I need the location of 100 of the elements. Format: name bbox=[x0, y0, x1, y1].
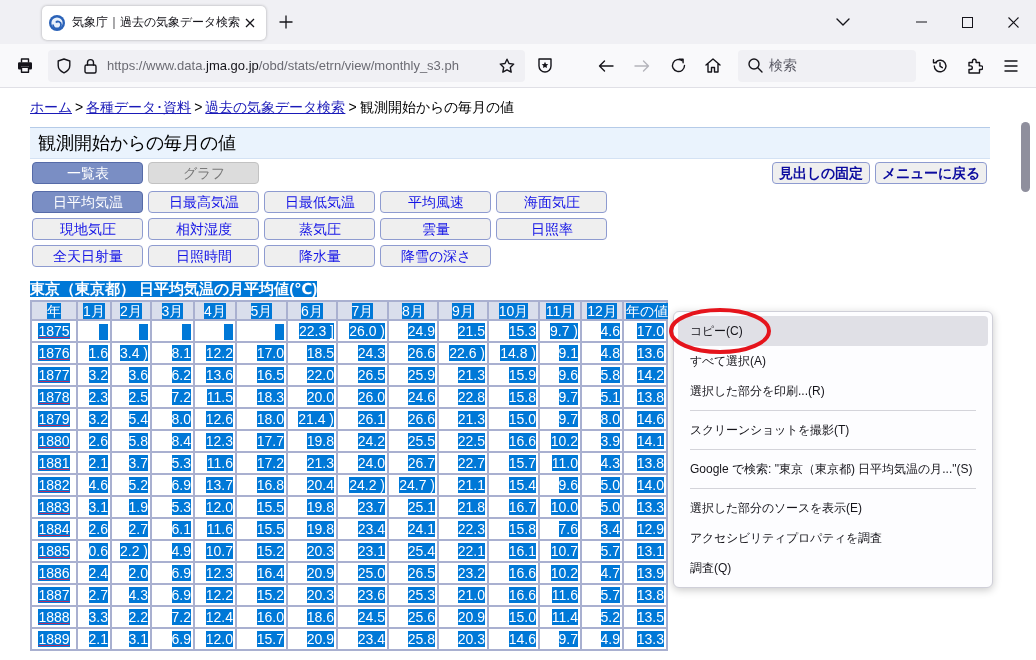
year-link[interactable]: 1882 bbox=[38, 477, 70, 493]
breadcrumb-separator: > bbox=[75, 99, 84, 115]
star-shield-icon[interactable] bbox=[538, 57, 552, 74]
puzzle-icon[interactable] bbox=[967, 57, 983, 74]
element-button[interactable]: 降水量 bbox=[264, 245, 375, 267]
lock-icon[interactable] bbox=[84, 57, 97, 74]
menu-item[interactable]: スクリーンショットを撮影(T) bbox=[678, 415, 988, 445]
action-button[interactable]: メニューに戻る bbox=[875, 162, 987, 184]
temperature-value: 13.1 bbox=[636, 543, 664, 559]
address-bar[interactable]: https://www.data.jma.go.jp/obd/stats/etrn/view/monthly_s3.ph bbox=[48, 49, 525, 82]
temperature-value: 24.5 bbox=[357, 609, 385, 625]
column-header: 8月 bbox=[388, 301, 438, 320]
menu-item[interactable]: 調査(Q) bbox=[678, 553, 988, 583]
temperature-value: 21.3 bbox=[306, 455, 334, 471]
temperature-value: 17.2 bbox=[256, 455, 284, 471]
column-header: 11月 bbox=[539, 301, 581, 320]
breadcrumb-current: 観測開始からの毎月の値 bbox=[359, 99, 514, 115]
action-button[interactable]: 見出しの固定 bbox=[772, 162, 870, 184]
temperature-value: 11.0 bbox=[551, 455, 578, 471]
temperature-value: 10.7 bbox=[205, 543, 233, 559]
menu-item[interactable]: アクセシビリティプロパティを調査 bbox=[678, 523, 988, 553]
column-header: 4月 bbox=[194, 301, 236, 320]
temperature-value: 24.6 bbox=[407, 389, 435, 405]
column-header: 年 bbox=[31, 301, 77, 320]
temperature-value: 2.7 bbox=[88, 587, 108, 603]
temperature-value: 21.3 bbox=[457, 411, 485, 427]
element-button[interactable]: 日照時間 bbox=[148, 245, 259, 267]
menu-item[interactable]: コピー(C) bbox=[678, 316, 988, 346]
plus-icon[interactable] bbox=[279, 15, 293, 29]
temperature-value: 17.0 bbox=[636, 323, 664, 339]
temperature-value: 8.0 bbox=[600, 411, 620, 427]
temperature-value: 3.1 bbox=[128, 631, 148, 647]
temperature-value: 24.9 bbox=[407, 323, 435, 339]
year-link[interactable]: 1875 bbox=[38, 323, 70, 339]
element-button[interactable]: 現地気圧 bbox=[32, 218, 143, 240]
menu-item[interactable]: すべて選択(A) bbox=[678, 346, 988, 376]
temperature-value: 12.2 bbox=[205, 587, 233, 603]
year-link[interactable]: 1885 bbox=[38, 543, 70, 559]
search-field[interactable]: 検索 bbox=[738, 49, 916, 82]
scrollbar-thumb[interactable] bbox=[1021, 122, 1030, 192]
temperature-value: 15.8 bbox=[508, 389, 536, 405]
year-link[interactable]: 1889 bbox=[38, 631, 70, 647]
temperature-value: 1.9 bbox=[128, 499, 148, 515]
temperature-value: 9.7 bbox=[558, 389, 578, 405]
element-button[interactable]: 日最高気温 bbox=[148, 191, 259, 213]
element-button[interactable]: 平均風速 bbox=[380, 191, 491, 213]
temperature-value: 15.0 bbox=[508, 609, 536, 625]
close-icon[interactable] bbox=[245, 18, 255, 28]
element-button[interactable]: 雲量 bbox=[380, 218, 491, 240]
home-icon[interactable] bbox=[705, 58, 721, 73]
element-button[interactable]: 蒸気圧 bbox=[264, 218, 375, 240]
year-link[interactable]: 1876 bbox=[38, 345, 70, 361]
temperature-value: 10.2 bbox=[550, 565, 578, 581]
chevron-down-icon[interactable] bbox=[836, 18, 850, 26]
temperature-value: 4.9 bbox=[600, 631, 620, 647]
reload-icon[interactable] bbox=[670, 58, 686, 73]
year-link[interactable]: 1880 bbox=[38, 433, 70, 449]
menu-icon[interactable] bbox=[1004, 59, 1018, 72]
temperature-value: 2.2 ) bbox=[120, 543, 148, 559]
menu-item[interactable]: 選択した部分のソースを表示(E) bbox=[678, 493, 988, 523]
element-button[interactable]: 相対湿度 bbox=[148, 218, 259, 240]
breadcrumb-link[interactable]: 過去の気象データ検索 bbox=[205, 99, 346, 115]
printer-icon[interactable] bbox=[17, 58, 33, 73]
browser-tab[interactable]: 気象庁｜過去の気象データ検索 bbox=[42, 6, 266, 40]
swirl-logo-icon bbox=[49, 15, 65, 31]
temperature-value: 25.0 bbox=[357, 565, 385, 581]
temperature-value: 14.6 bbox=[508, 631, 536, 647]
temperature-value: 5.0 bbox=[600, 499, 620, 515]
back-arrow-icon[interactable] bbox=[598, 58, 614, 73]
breadcrumb-separator: > bbox=[194, 99, 203, 115]
element-button[interactable]: 日照率 bbox=[496, 218, 607, 240]
temperature-value: 24.0 bbox=[357, 455, 385, 471]
temperature-value: 20.9 bbox=[306, 565, 334, 581]
year-link[interactable]: 1878 bbox=[38, 389, 70, 405]
history-icon[interactable] bbox=[932, 57, 948, 74]
year-link[interactable]: 1884 bbox=[38, 521, 70, 537]
menu-item[interactable]: 選択した部分を印刷...(R) bbox=[678, 376, 988, 406]
star-icon[interactable] bbox=[499, 57, 515, 74]
temperature-value: 5.3 bbox=[171, 499, 191, 515]
year-link[interactable]: 1886 bbox=[38, 565, 70, 581]
shield-icon[interactable] bbox=[57, 57, 71, 74]
year-link[interactable]: 1883 bbox=[38, 499, 70, 515]
temperature-value: 2.6 bbox=[88, 433, 108, 449]
year-link[interactable]: 1881 bbox=[38, 455, 70, 471]
maximize-icon[interactable] bbox=[961, 16, 973, 28]
element-button[interactable]: 日最低気温 bbox=[264, 191, 375, 213]
element-button[interactable]: 全天日射量 bbox=[32, 245, 143, 267]
year-link[interactable]: 1877 bbox=[38, 367, 70, 383]
breadcrumb-link[interactable]: 各種データ･資料 bbox=[86, 99, 192, 115]
element-button[interactable]: 海面気圧 bbox=[496, 191, 607, 213]
year-link[interactable]: 1879 bbox=[38, 411, 70, 427]
close-icon[interactable] bbox=[1007, 16, 1019, 28]
year-link[interactable]: 1887 bbox=[38, 587, 70, 603]
temperature-value: 20.0 bbox=[306, 389, 334, 405]
menu-item[interactable]: Google で検索: "東京（東京都) 日平均気温の月..."(S) bbox=[678, 454, 988, 484]
breadcrumb-separator: > bbox=[348, 99, 357, 115]
breadcrumb-link[interactable]: ホーム bbox=[30, 99, 72, 115]
element-button[interactable]: 降雪の深さ bbox=[380, 245, 491, 267]
year-link[interactable]: 1888 bbox=[38, 609, 70, 625]
minimize-icon[interactable] bbox=[915, 21, 927, 23]
